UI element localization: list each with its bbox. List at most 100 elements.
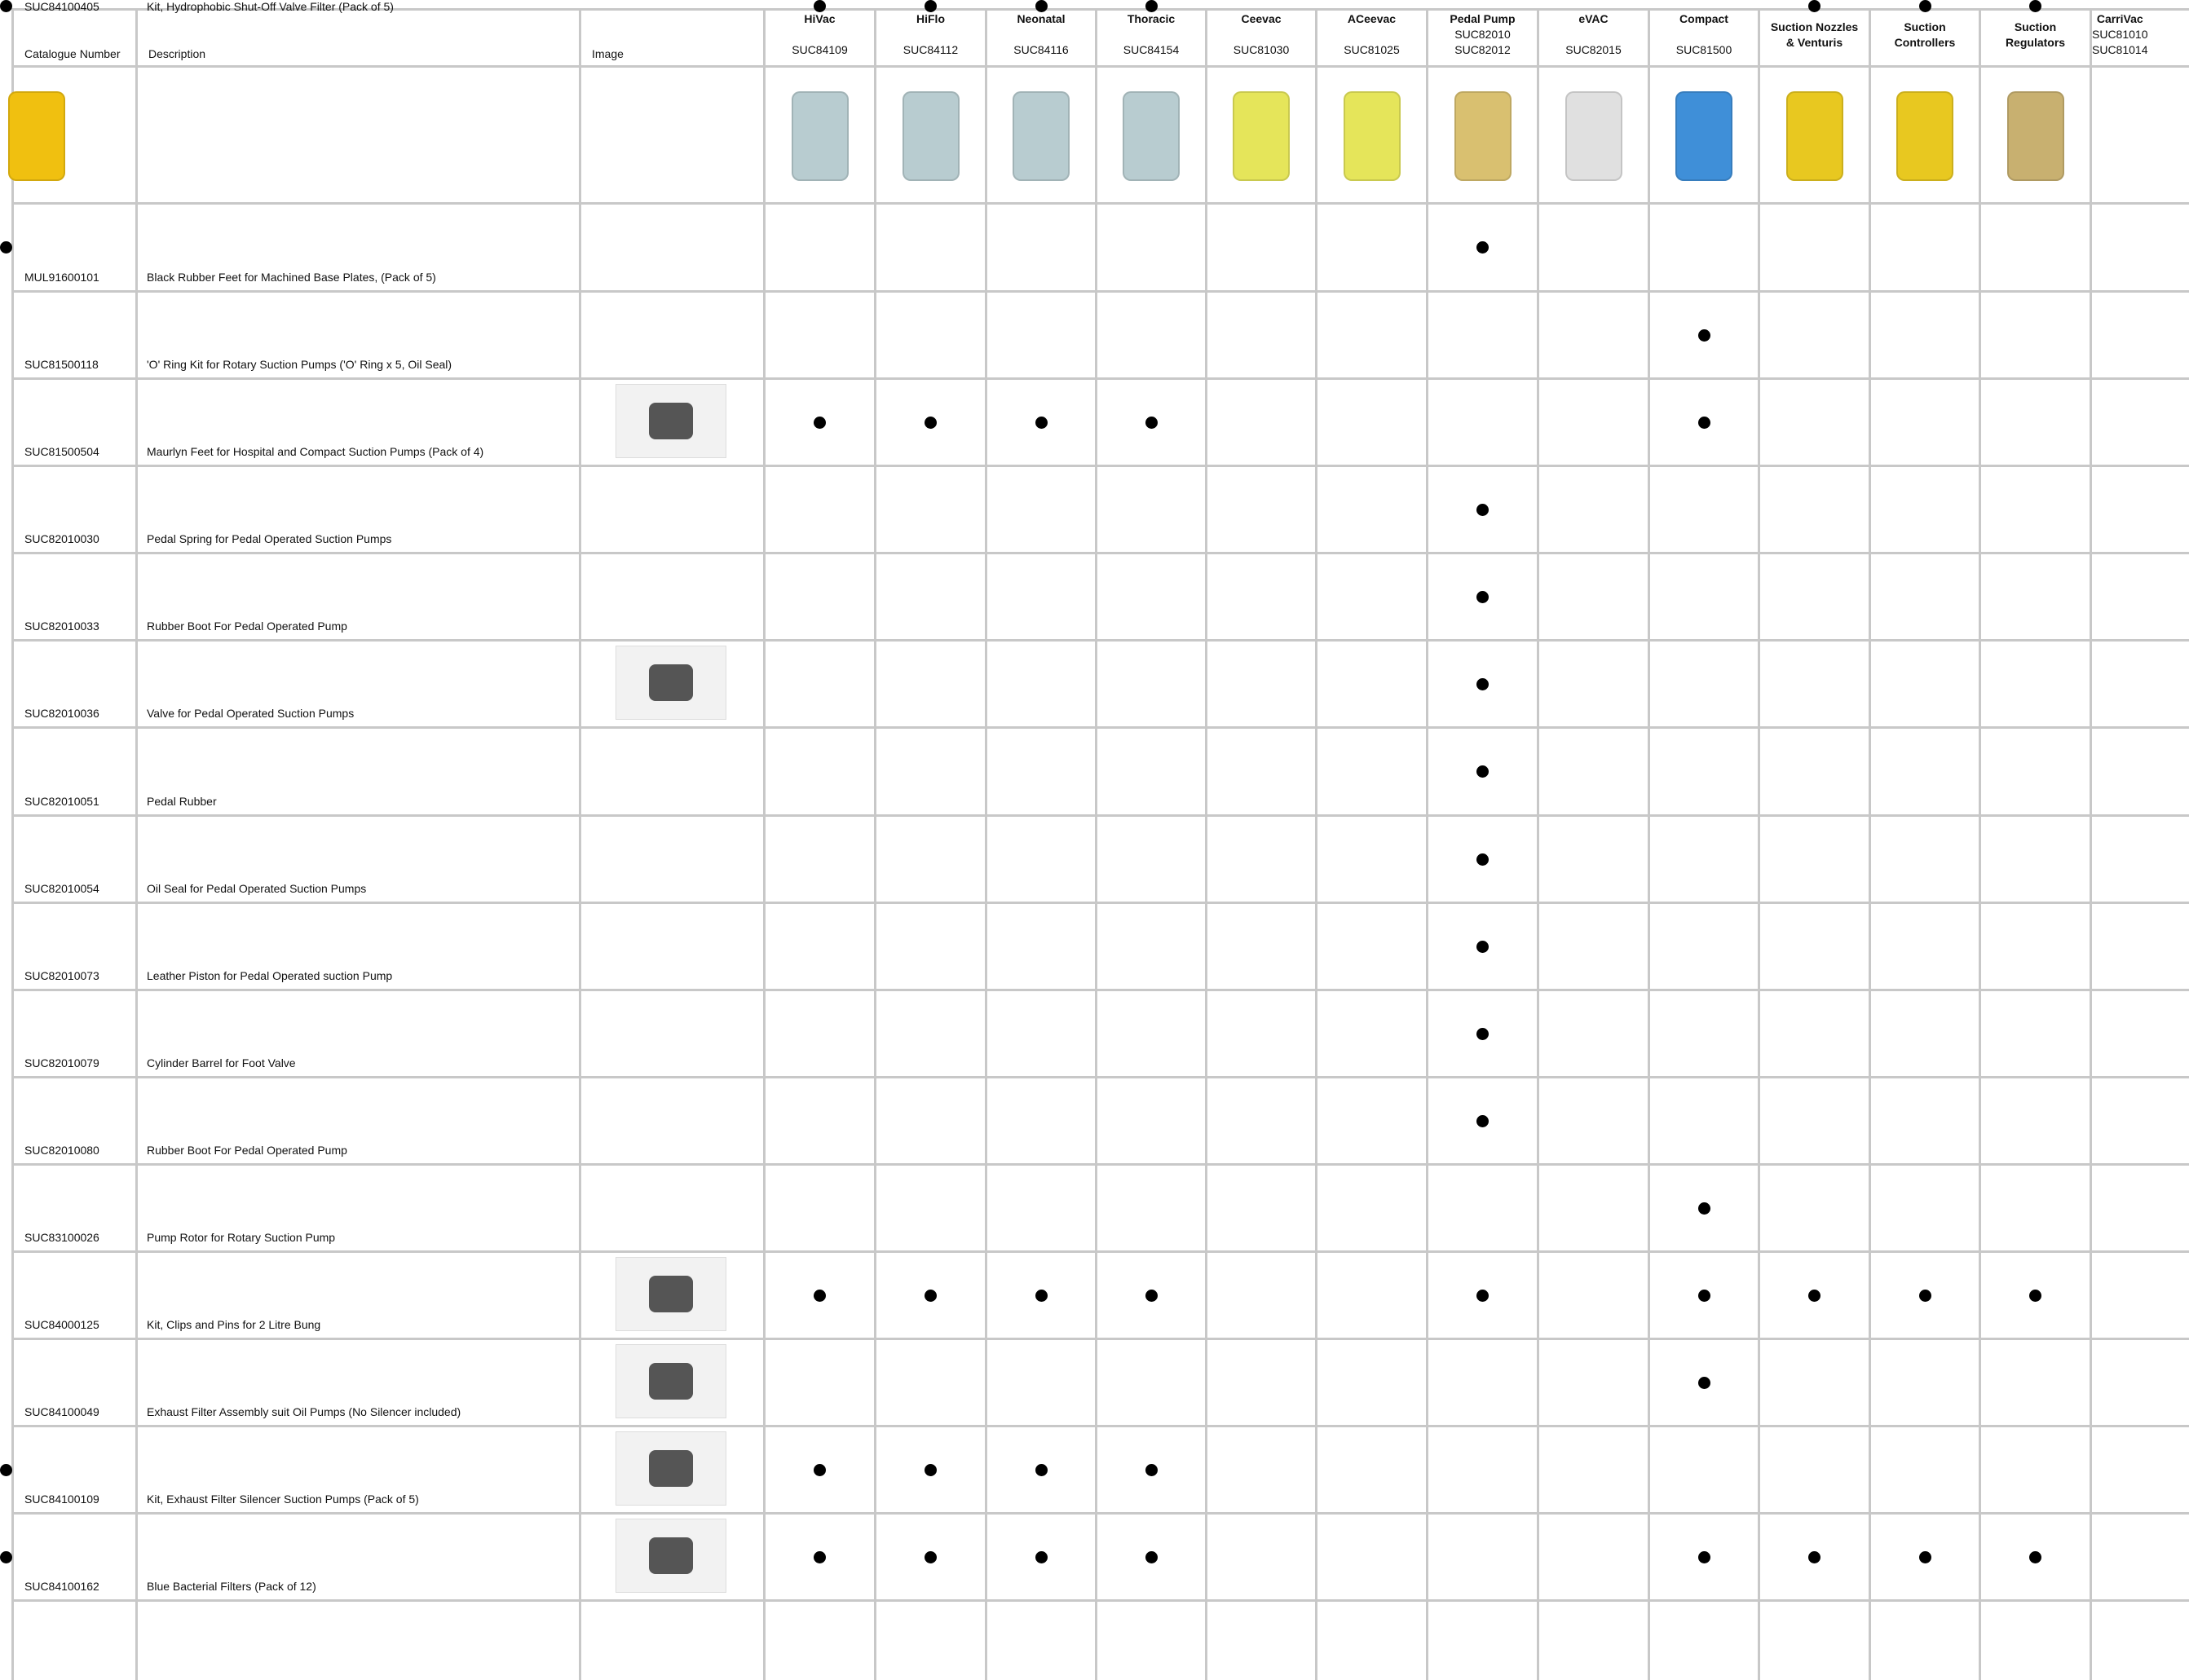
grid-line-horizontal — [11, 814, 2189, 817]
suction-regulator-image — [1999, 75, 2072, 193]
part-description: Leather Piston for Pedal Operated suctio… — [147, 969, 393, 982]
part-description: Pedal Rubber — [147, 795, 217, 808]
catalogue-number: SUC84100049 — [24, 1405, 99, 1418]
compatibility-dot — [1918, 1550, 1931, 1563]
carrivac-unit-icon — [8, 91, 65, 181]
product-code: SUC81010 — [2092, 28, 2148, 41]
catalogue-number: SUC84000125 — [24, 1318, 99, 1331]
part-description: Pedal Spring for Pedal Operated Suction … — [147, 532, 392, 545]
product-header: HiFlo SUC84112 — [876, 11, 985, 58]
grid-line-horizontal — [11, 1512, 2189, 1515]
grid-line-vertical — [1426, 8, 1428, 1680]
grid-line-vertical — [1315, 8, 1317, 1680]
product-header: Compact SUC81500 — [1650, 11, 1758, 58]
product-code: SUC81500 — [1675, 43, 1732, 56]
compatibility-dot — [925, 1463, 937, 1476]
product-name: CarriVac — [2096, 12, 2143, 25]
compatibility-dot — [1145, 1550, 1158, 1563]
compatibility-dot — [814, 416, 826, 429]
part-description: Valve for Pedal Operated Suction Pumps — [147, 707, 355, 720]
product-header: HiVac SUC84109 — [766, 11, 874, 58]
part-description: Kit, Exhaust Filter Silencer Suction Pum… — [147, 1493, 419, 1506]
grid-line-horizontal — [11, 290, 2189, 293]
grid-line-vertical — [1869, 8, 1871, 1680]
catalogue-number: SUC82010051 — [24, 795, 99, 808]
clips-pins-icon — [648, 1275, 694, 1313]
compatibility-dot — [1145, 0, 1158, 12]
blue-filter-photo — [616, 1519, 726, 1593]
grid-line-horizontal — [11, 989, 2189, 991]
product-name: Thoracic — [1127, 12, 1176, 25]
product-header: eVAC SUC82015 — [1539, 11, 1648, 58]
product-header: Pedal Pump SUC82010 SUC82012 — [1428, 11, 1537, 58]
compatibility-dot — [0, 1550, 12, 1563]
trolley-suction-unit-icon — [791, 91, 849, 181]
compatibility-dot — [925, 1289, 937, 1302]
compatibility-dot — [1035, 0, 1048, 12]
portable-suction-unit-image — [1335, 75, 1409, 193]
catalogue-number: SUC83100026 — [24, 1231, 99, 1244]
suction-nozzles-icon — [1785, 91, 1843, 181]
compatibility-dot — [2029, 1550, 2041, 1563]
product-header: Suction Nozzles & Venturis — [1760, 20, 1869, 51]
silencer-photo — [616, 1431, 726, 1506]
compatibility-dot — [1476, 677, 1489, 690]
compatibility-dot — [1697, 1376, 1710, 1389]
product-name: Pedal Pump — [1450, 12, 1516, 25]
hand-suction-pump-image — [1557, 75, 1631, 193]
product-name: eVAC — [1578, 12, 1609, 25]
compatibility-dot — [925, 416, 937, 429]
product-header: CarriVac SUC81010 SUC81014 — [2092, 11, 2148, 58]
compatibility-dot — [925, 0, 937, 12]
part-description: Black Rubber Feet for Machined Base Plat… — [147, 271, 436, 284]
grid-line-horizontal — [11, 1076, 2189, 1078]
compatibility-dot — [1035, 1463, 1048, 1476]
catalogue-number: SUC82010080 — [24, 1144, 99, 1157]
trolley-suction-unit-image — [1114, 75, 1188, 193]
portable-suction-unit-icon — [1233, 91, 1290, 181]
blue-filter-icon — [648, 1537, 694, 1575]
grid-line-vertical — [1758, 8, 1760, 1680]
part-description: Rubber Boot For Pedal Operated Pump — [147, 620, 347, 633]
trolley-suction-unit-icon — [902, 91, 960, 181]
catalogue-number: SUC81500118 — [24, 358, 99, 371]
product-code: SUC82010 — [1454, 28, 1511, 41]
grid-line-vertical — [1537, 8, 1539, 1680]
part-description: Kit, Clips and Pins for 2 Litre Bung — [147, 1318, 321, 1331]
compatibility-dot — [1476, 1114, 1489, 1127]
part-description: Maurlyn Feet for Hospital and Compact Su… — [147, 445, 484, 458]
silencer-icon — [648, 1449, 694, 1488]
grid-line-vertical — [763, 8, 766, 1680]
compatibility-dot — [1697, 1202, 1710, 1215]
catalogue-number: SUC84100405 — [24, 0, 99, 13]
part-description: Kit, Hydrophobic Shut-Off Valve Filter (… — [147, 0, 394, 13]
compact-suction-unit-icon — [1675, 91, 1732, 181]
grid-line-vertical — [1095, 8, 1097, 1680]
compatibility-dot — [1476, 940, 1489, 953]
grid-line-vertical — [985, 8, 987, 1680]
grid-line-horizontal — [11, 1250, 2189, 1253]
compatibility-dot — [1035, 416, 1048, 429]
part-description: Cylinder Barrel for Foot Valve — [147, 1056, 296, 1069]
part-description: 'O' Ring Kit for Rotary Suction Pumps ('… — [147, 358, 452, 371]
compatibility-dot — [814, 1550, 826, 1563]
filter-assembly-photo — [616, 1344, 726, 1418]
rubber-foot-photo — [616, 384, 726, 458]
product-name: Neonatal — [1017, 12, 1066, 25]
product-header: Suction Regulators — [1981, 20, 2090, 51]
compatibility-dot — [814, 0, 826, 12]
catalogue-number: SUC82010073 — [24, 969, 99, 982]
compatibility-dot — [1808, 0, 1820, 12]
carrivac-unit-image — [0, 75, 73, 193]
compatibility-dot — [1808, 1289, 1820, 1302]
compatibility-dot — [1035, 1550, 1048, 1563]
part-description: Oil Seal for Pedal Operated Suction Pump… — [147, 882, 367, 895]
compatibility-dot — [1145, 1289, 1158, 1302]
compatibility-dot — [2029, 1289, 2041, 1302]
catalogue-number: SUC84100109 — [24, 1493, 99, 1506]
catalogue-number: SUC82010033 — [24, 620, 99, 633]
pedal-pump-image — [1446, 75, 1520, 193]
compact-suction-unit-image — [1667, 75, 1741, 193]
compatibility-dot — [0, 0, 12, 12]
compatibility-dot — [1035, 1289, 1048, 1302]
